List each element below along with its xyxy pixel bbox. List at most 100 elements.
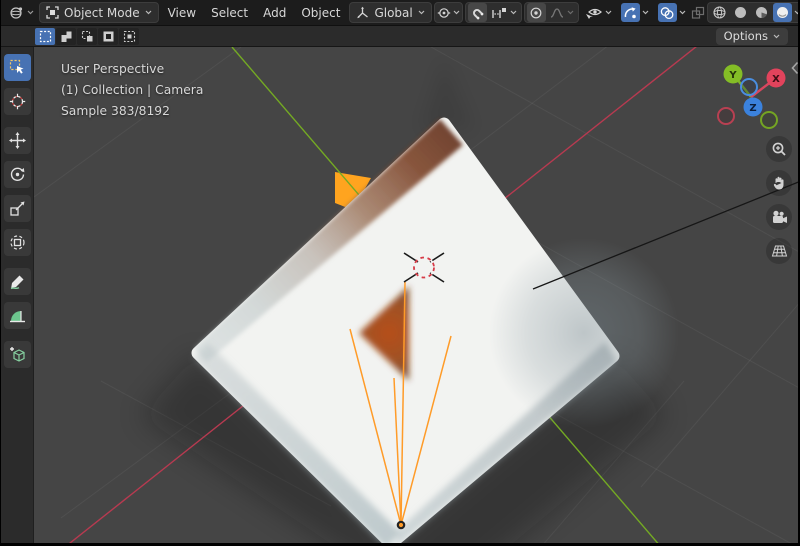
relation-line (532, 181, 798, 290)
xray-toggle[interactable] (691, 3, 705, 22)
snapping-group (464, 2, 522, 23)
falloff-dropdown[interactable] (548, 3, 576, 23)
add-cube-icon (9, 347, 25, 362)
gizmo-axis-neg-z[interactable] (740, 78, 758, 96)
svg-text:X: X (772, 74, 780, 85)
mode-label: Object Mode (64, 5, 140, 20)
options-dropdown[interactable]: Options (715, 27, 788, 45)
visibility-eye-icon (585, 8, 602, 19)
gizmos-group (617, 3, 653, 23)
menu-select[interactable]: Select (204, 3, 255, 23)
cursor-tool-icon (9, 93, 25, 110)
select-mode-group (35, 27, 139, 45)
viewport-3d[interactable]: User Perspective (1) Collection | Camera… (34, 47, 798, 543)
annotate-pencil-icon (10, 275, 23, 290)
gizmo-axis-y[interactable]: Y (723, 64, 743, 84)
chevron-down-icon (27, 10, 34, 15)
snap-toggle-button[interactable] (467, 3, 487, 22)
proportional-editing-icon (530, 7, 542, 18)
chevron-down-icon (605, 10, 612, 15)
gizmo-axis-neg-y[interactable] (760, 111, 778, 129)
select-mode-invert[interactable] (98, 27, 118, 45)
toggle-perspective-button[interactable] (766, 238, 792, 264)
snap-magnet-icon (473, 8, 484, 20)
tool-move[interactable] (3, 127, 31, 154)
gizmo-axis-neg-x[interactable] (717, 107, 735, 125)
rendered-shading-icon (776, 7, 788, 18)
viewport-header: Object Mode View Select Add Object Globa… (1, 0, 798, 26)
gizmo-arrow-icon (624, 6, 637, 18)
shading-rendered-button[interactable] (772, 3, 792, 22)
tool-add-cube[interactable] (3, 341, 31, 368)
pivot-point-dropdown[interactable] (433, 2, 463, 23)
chevron-down-icon (567, 10, 574, 15)
chevron-down-icon (642, 10, 649, 15)
chevron-down-icon (145, 10, 152, 15)
tool-select-box[interactable] (3, 54, 31, 81)
select-mode-set[interactable] (35, 27, 55, 45)
solid-shading-icon (734, 7, 746, 18)
tool-cursor[interactable] (3, 88, 31, 115)
scene-render (34, 47, 798, 543)
menu-view[interactable]: View (161, 3, 203, 23)
pivot-point-icon (437, 7, 450, 18)
transform-orientation-icon (357, 6, 369, 19)
menu-add[interactable]: Add (256, 3, 293, 23)
material-preview-shading-icon (755, 7, 767, 18)
overlays-toggle[interactable] (657, 3, 677, 22)
chevron-down-icon (418, 10, 425, 15)
scale-tool-icon (9, 201, 24, 216)
movie-camera-icon (772, 210, 787, 223)
editor-3d-viewport-icon (10, 6, 23, 19)
overlays-icon (660, 6, 674, 19)
tool-annotate[interactable] (3, 268, 31, 295)
snap-target-icon (492, 7, 506, 18)
proportional-edit-group (523, 2, 579, 23)
xray-icon (691, 6, 704, 19)
measure-protractor-icon (9, 311, 25, 323)
blender-window: Object Mode View Select Add Object Globa… (0, 0, 800, 546)
gizmo-axis-x[interactable]: X (766, 68, 786, 88)
tool-rotate[interactable] (3, 161, 31, 188)
mode-dropdown[interactable]: Object Mode (39, 2, 159, 23)
gizmo-axis-z[interactable]: Z (743, 97, 763, 117)
sidebar-expand-chevron[interactable] (791, 61, 798, 75)
grid-icon (771, 245, 787, 257)
options-label: Options (723, 29, 768, 43)
move-tool-icon (8, 132, 26, 149)
select-mode-intersect[interactable] (119, 27, 139, 45)
tool-transform[interactable] (3, 229, 31, 256)
select-mode-extend[interactable] (56, 27, 76, 45)
falloff-curve-icon (550, 7, 563, 18)
shading-wireframe-button[interactable] (710, 3, 729, 22)
zoom-button[interactable] (766, 136, 792, 162)
editor-type-button[interactable] (5, 3, 38, 23)
chevron-down-icon (510, 10, 517, 15)
hand-icon (773, 176, 784, 190)
navigation-gizmo[interactable]: Y X Z (701, 50, 798, 140)
overlays-group (654, 3, 690, 23)
camera-origin-point[interactable] (396, 520, 406, 530)
tool-settings-bar: Options (1, 26, 798, 47)
proportional-editing-toggle[interactable] (526, 3, 546, 22)
snap-target-dropdown[interactable] (489, 3, 519, 23)
object-mode-icon (46, 6, 59, 19)
transform-orientation-dropdown[interactable]: Global (349, 2, 432, 23)
tool-scale[interactable] (3, 195, 31, 222)
select-mode-subtract[interactable] (77, 27, 97, 45)
chevron-down-icon (679, 10, 686, 15)
chevron-down-icon (453, 10, 460, 15)
transform-tool-icon (9, 235, 25, 250)
toolbar (1, 47, 34, 543)
viewport-nav-buttons (766, 136, 792, 264)
shading-solid-button[interactable] (731, 3, 750, 22)
gizmos-toggle[interactable] (620, 3, 640, 22)
shading-material-button[interactable] (752, 3, 771, 22)
show-object-types-dropdown[interactable] (581, 3, 616, 23)
camera-view-button[interactable] (766, 204, 792, 230)
cube-right-corner-shading (489, 238, 679, 428)
tool-measure[interactable] (3, 302, 31, 329)
wireframe-shading-icon (713, 6, 726, 19)
pan-button[interactable] (766, 170, 792, 196)
menu-object[interactable]: Object (294, 3, 347, 23)
